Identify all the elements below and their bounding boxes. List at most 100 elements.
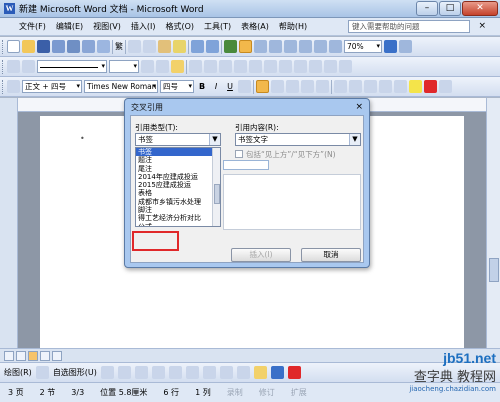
- permission-icon[interactable]: [52, 40, 65, 53]
- print-view-button[interactable]: [28, 350, 38, 361]
- menu-edit[interactable]: 编辑(E): [51, 21, 88, 32]
- pen-icon[interactable]: [7, 60, 20, 73]
- autoshapes-menu[interactable]: 自选图形(U): [53, 367, 97, 378]
- bold-button[interactable]: B: [196, 82, 208, 91]
- columns-icon[interactable]: [284, 40, 297, 53]
- undo-icon[interactable]: [191, 40, 204, 53]
- vertical-ruler[interactable]: [0, 98, 18, 348]
- oval-icon[interactable]: [151, 366, 165, 379]
- draw-menu[interactable]: 绘图(R): [4, 367, 32, 378]
- char-scale-icon[interactable]: [439, 80, 452, 93]
- dialog-close-button[interactable]: ×: [355, 102, 363, 112]
- list-item[interactable]: 书签: [136, 148, 220, 157]
- select-objects-icon[interactable]: [35, 366, 49, 379]
- align-icon[interactable]: [234, 60, 247, 73]
- ref-type-select[interactable]: 书签 ▼: [135, 133, 221, 146]
- help-icon[interactable]: [384, 40, 397, 53]
- list-item[interactable]: 尾注: [136, 165, 220, 173]
- align-right-icon[interactable]: [286, 80, 299, 93]
- distribute-rows-icon[interactable]: [249, 60, 262, 73]
- tables-borders-icon[interactable]: [239, 40, 252, 53]
- bullets-icon[interactable]: [349, 80, 362, 93]
- menu-tools[interactable]: 工具(T): [199, 21, 236, 32]
- autoformat-icon[interactable]: [279, 60, 292, 73]
- wordart-icon[interactable]: [185, 366, 199, 379]
- status-track[interactable]: 修订: [251, 387, 283, 398]
- hyperlink-icon[interactable]: [224, 40, 237, 53]
- line-style-select[interactable]: [37, 60, 107, 73]
- insert-excel-icon[interactable]: [269, 40, 282, 53]
- styles-icon[interactable]: [7, 80, 20, 93]
- web-view-button[interactable]: [16, 350, 26, 361]
- minimize-button[interactable]: –: [416, 1, 438, 16]
- increase-indent-icon[interactable]: [379, 80, 392, 93]
- cut-icon[interactable]: [128, 40, 141, 53]
- sort-descending-icon[interactable]: [324, 60, 337, 73]
- document-map-icon[interactable]: [314, 40, 327, 53]
- line-style-icon[interactable]: [22, 60, 35, 73]
- style-select[interactable]: 正文 + 四号: [22, 80, 82, 93]
- close-document-button[interactable]: ×: [478, 21, 486, 31]
- split-cells-icon[interactable]: [219, 60, 232, 73]
- picture-icon[interactable]: [236, 366, 250, 379]
- font-color-icon[interactable]: [424, 80, 437, 93]
- line-spacing-icon[interactable]: [316, 80, 329, 93]
- decrease-indent-icon[interactable]: [364, 80, 377, 93]
- align-center-icon[interactable]: [271, 80, 284, 93]
- line-weight-select[interactable]: [109, 60, 139, 73]
- font-color-draw-icon[interactable]: [287, 366, 301, 379]
- numbering-icon[interactable]: [334, 80, 347, 93]
- redo-icon[interactable]: [206, 40, 219, 53]
- borders-icon[interactable]: [156, 60, 169, 73]
- format-painter-icon[interactable]: [173, 40, 186, 53]
- listbox-scroll-thumb[interactable]: [214, 184, 220, 204]
- arrow-icon[interactable]: [117, 366, 131, 379]
- line-icon[interactable]: [100, 366, 114, 379]
- scroll-thumb[interactable]: [489, 258, 499, 282]
- cancel-button[interactable]: 取消: [301, 248, 361, 262]
- list-item[interactable]: 2015应建成投运: [136, 181, 220, 189]
- list-item[interactable]: 题注: [136, 156, 220, 164]
- insert-table-icon[interactable]: [254, 40, 267, 53]
- rectangle-icon[interactable]: [134, 366, 148, 379]
- list-item[interactable]: 2014年应建成投运: [136, 173, 220, 181]
- merge-cells-icon[interactable]: [204, 60, 217, 73]
- italic-button[interactable]: I: [210, 82, 222, 91]
- ref-type-listbox[interactable]: 书签 题注 尾注 2014年应建成投运 2015应建成投运 表格 成都市乡镇污水…: [135, 147, 221, 227]
- justify-icon[interactable]: [301, 80, 314, 93]
- sort-ascending-icon[interactable]: [309, 60, 322, 73]
- menu-insert[interactable]: 插入(I): [126, 21, 161, 32]
- read-mode-icon[interactable]: [399, 40, 412, 53]
- drawing-icon[interactable]: [299, 40, 312, 53]
- clipart-icon[interactable]: [219, 366, 233, 379]
- textbox-icon[interactable]: [168, 366, 182, 379]
- close-window-button[interactable]: ✕: [462, 1, 498, 16]
- autosum-icon[interactable]: [339, 60, 352, 73]
- show-hide-icon[interactable]: [329, 40, 342, 53]
- email-icon[interactable]: [67, 40, 80, 53]
- shading-icon[interactable]: [171, 60, 184, 73]
- menu-file[interactable]: 文件(F): [14, 21, 51, 32]
- outside-border-icon[interactable]: [394, 80, 407, 93]
- help-search-input[interactable]: 键入需要帮助的问题: [348, 20, 470, 33]
- print-preview-icon[interactable]: [97, 40, 110, 53]
- underline-button[interactable]: U: [224, 82, 236, 91]
- outline-view-button[interactable]: [40, 350, 50, 361]
- char-border-icon[interactable]: [238, 80, 251, 93]
- menu-format[interactable]: 格式(O): [160, 21, 199, 32]
- menu-view[interactable]: 视图(V): [88, 21, 126, 32]
- number-style-field[interactable]: [223, 160, 269, 170]
- print-icon[interactable]: [82, 40, 95, 53]
- copy-icon[interactable]: [143, 40, 156, 53]
- menu-table[interactable]: 表格(A): [236, 21, 274, 32]
- distribute-columns-icon[interactable]: [264, 60, 277, 73]
- reading-view-button[interactable]: [52, 350, 62, 361]
- open-folder-icon[interactable]: [22, 40, 35, 53]
- zoom-select[interactable]: 70%: [344, 40, 382, 53]
- vertical-scrollbar[interactable]: [486, 98, 500, 348]
- new-document-icon[interactable]: [7, 40, 20, 53]
- toolbar-grip[interactable]: [2, 59, 5, 74]
- text-direction-icon[interactable]: [294, 60, 307, 73]
- reference-items-list[interactable]: [223, 174, 361, 230]
- menu-help[interactable]: 帮助(H): [274, 21, 312, 32]
